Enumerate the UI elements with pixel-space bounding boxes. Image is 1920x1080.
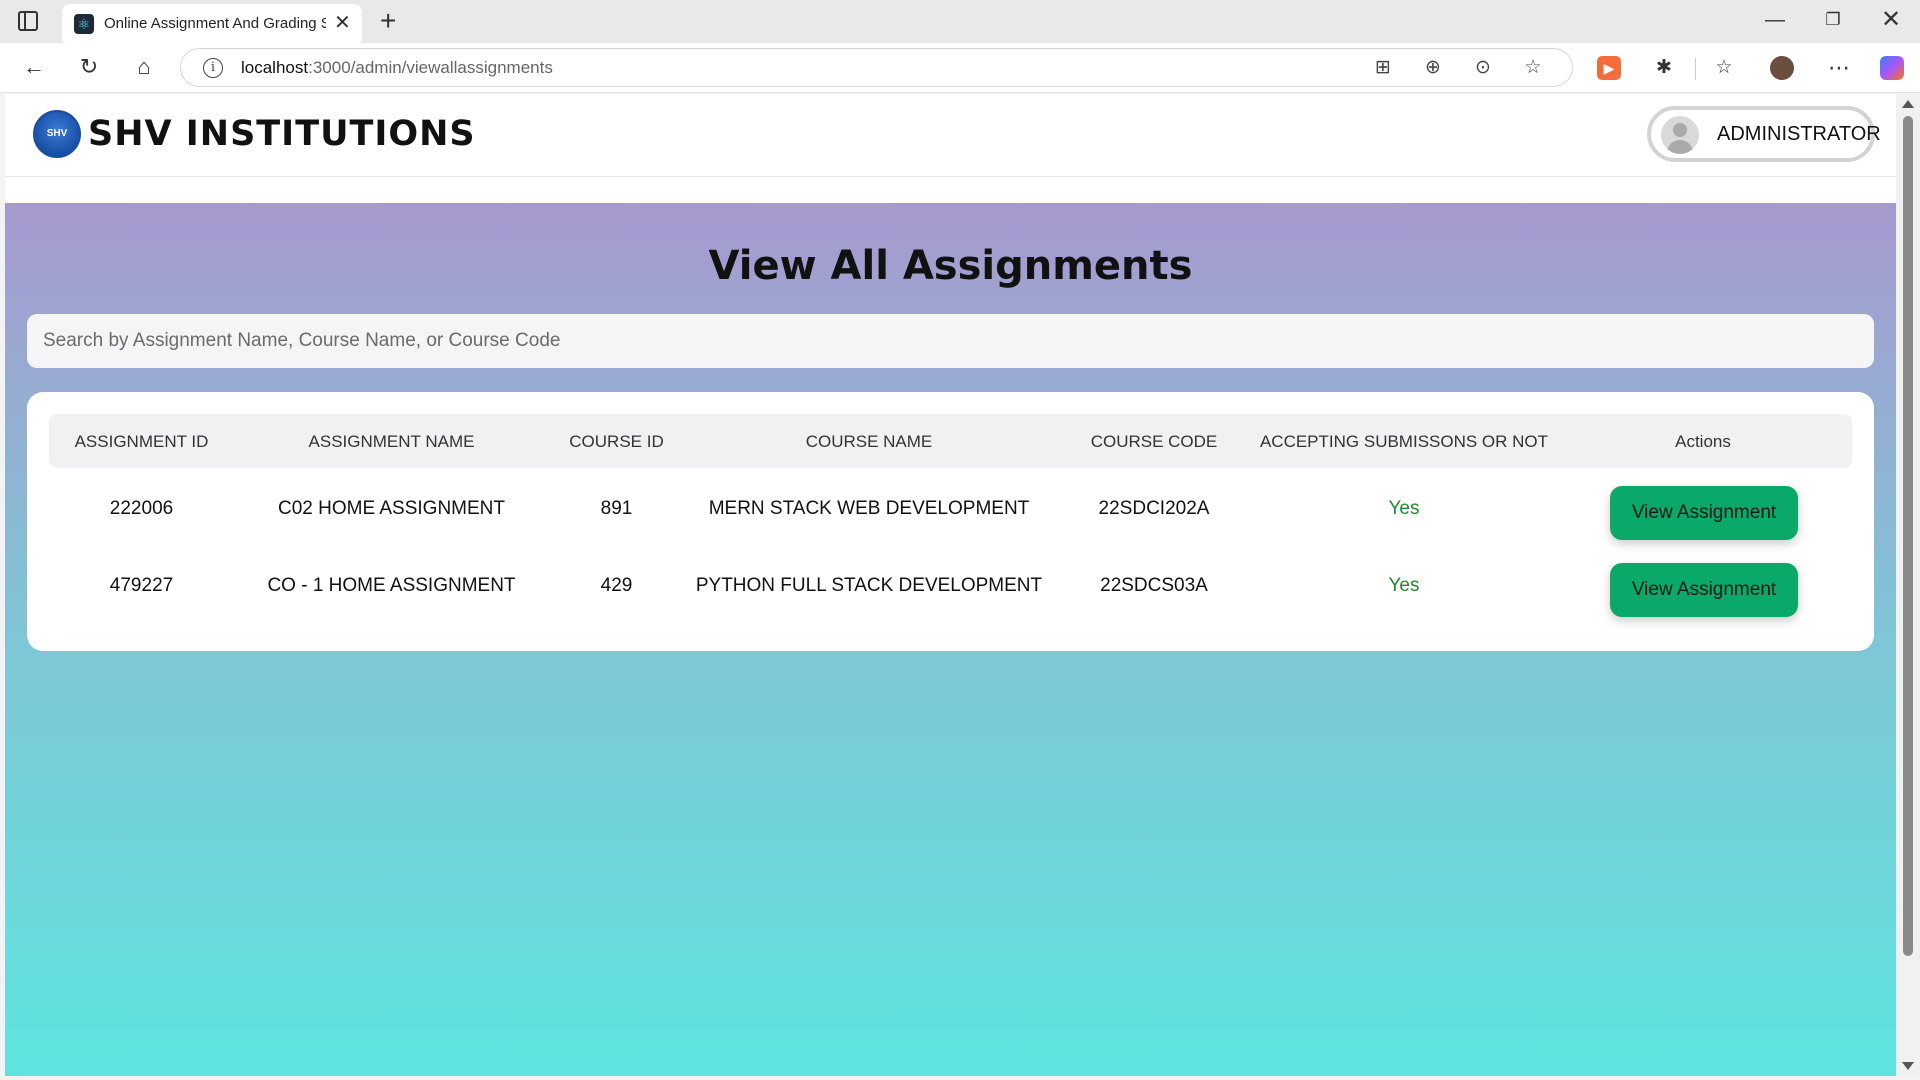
app-available-icon[interactable]: ⊞ xyxy=(1371,57,1395,79)
address-bar[interactable]: i localhost:3000/admin/viewallassignment… xyxy=(180,48,1573,87)
header-course-id: COURSE ID xyxy=(569,432,664,451)
reload-icon[interactable]: ↻ xyxy=(75,55,103,79)
view-assignment-button[interactable]: View Assignment xyxy=(1610,563,1798,617)
site-header: SHV SHV INSTITUTIONS ADMINISTRATOR xyxy=(5,94,1896,177)
read-aloud-icon[interactable]: ⊙ xyxy=(1471,57,1495,79)
cell-assignment-id: 479227 xyxy=(109,575,174,596)
cell-accepting-status: Yes xyxy=(1388,498,1420,519)
cell-assignment-id: 222006 xyxy=(109,498,174,519)
user-avatar-icon xyxy=(1661,116,1699,154)
tab-title: Online Assignment And Grading S xyxy=(104,15,326,32)
favorites-icon[interactable]: ☆ xyxy=(1712,56,1736,80)
close-tab-icon[interactable]: ✕ xyxy=(334,12,351,34)
more-options-icon[interactable]: ⋯ xyxy=(1827,56,1851,80)
favorite-star-icon[interactable]: ☆ xyxy=(1521,57,1545,79)
scroll-up-icon[interactable] xyxy=(1902,100,1914,108)
extension-icon[interactable]: ▶ xyxy=(1597,56,1621,80)
page-scrollbar[interactable] xyxy=(1896,94,1920,1076)
browser-toolbar: ← ↻ ⌂ i localhost:3000/admin/viewallassi… xyxy=(0,43,1920,93)
minimize-icon[interactable]: — xyxy=(1760,8,1790,32)
header-course-name: COURSE NAME xyxy=(805,432,933,451)
browser-tab-bar: ⚛ Online Assignment And Grading S ✕ + — … xyxy=(0,0,1920,43)
view-assignment-button[interactable]: View Assignment xyxy=(1610,486,1798,540)
search-input[interactable] xyxy=(27,314,1874,368)
tab-actions-icon[interactable] xyxy=(18,11,38,31)
scrollbar-thumb[interactable] xyxy=(1903,116,1913,956)
brand-name: SHV INSTITUTIONS xyxy=(88,114,476,154)
main-content: View All Assignments ASSIGNMENT ID ASSIG… xyxy=(5,203,1896,1076)
profile-avatar-icon[interactable] xyxy=(1770,56,1794,80)
zoom-icon[interactable]: ⊕ xyxy=(1421,57,1445,79)
table-row: 479227 CO - 1 HOME ASSIGNMENT 429 PYTHON… xyxy=(49,553,1852,623)
url-path: :3000/admin/viewallassignments xyxy=(308,58,553,77)
cell-course-id: 891 xyxy=(600,498,633,519)
back-icon[interactable]: ← xyxy=(20,55,48,79)
user-role-label: ADMINISTRATOR xyxy=(1717,123,1881,145)
url-host: localhost xyxy=(241,58,309,77)
user-menu-button[interactable]: ADMINISTRATOR xyxy=(1647,106,1881,162)
page-title: View All Assignments xyxy=(708,243,1193,289)
browser-tab-active[interactable]: ⚛ Online Assignment And Grading S ✕ xyxy=(62,4,362,43)
url-text[interactable]: localhost:3000/admin/viewallassignments xyxy=(241,58,553,78)
cell-course-id: 429 xyxy=(600,575,633,596)
site-info-icon[interactable]: i xyxy=(203,58,223,78)
extensions-puzzle-icon[interactable]: ✱ xyxy=(1652,56,1676,80)
new-tab-icon[interactable]: + xyxy=(380,4,396,38)
header-actions: Actions xyxy=(1675,432,1731,451)
cell-course-name: PYTHON FULL STACK DEVELOPMENT xyxy=(695,575,1043,596)
assignments-table-card: ASSIGNMENT ID ASSIGNMENT NAME COURSE ID … xyxy=(27,392,1874,651)
table-header: ASSIGNMENT ID ASSIGNMENT NAME COURSE ID … xyxy=(49,414,1852,468)
header-assignment-name: ASSIGNMENT NAME xyxy=(308,432,475,451)
toolbar-divider xyxy=(1695,58,1696,80)
react-favicon-icon: ⚛ xyxy=(74,14,94,34)
cell-assignment-name: C02 HOME ASSIGNMENT xyxy=(278,498,505,519)
shv-logo[interactable]: SHV xyxy=(33,110,81,158)
copilot-icon[interactable] xyxy=(1880,56,1904,80)
cell-course-code: 22SDCI202A xyxy=(1098,498,1210,519)
close-window-icon[interactable]: ✕ xyxy=(1876,8,1906,32)
cell-course-name: MERN STACK WEB DEVELOPMENT xyxy=(708,498,1030,519)
scroll-down-icon[interactable] xyxy=(1902,1062,1914,1070)
header-assignment-id: ASSIGNMENT ID xyxy=(74,432,209,451)
cell-assignment-name: CO - 1 HOME ASSIGNMENT xyxy=(267,575,516,596)
home-icon[interactable]: ⌂ xyxy=(130,55,158,79)
table-row: 222006 C02 HOME ASSIGNMENT 891 MERN STAC… xyxy=(49,476,1852,546)
cell-course-code: 22SDCS03A xyxy=(1100,575,1208,596)
cell-accepting-status: Yes xyxy=(1388,575,1420,596)
restore-window-icon[interactable]: ❐ xyxy=(1818,8,1848,32)
header-course-code: COURSE CODE xyxy=(1090,432,1218,451)
page-viewport: SHV SHV INSTITUTIONS ADMINISTRATOR View … xyxy=(5,94,1896,1076)
header-accepting-submissions: ACCEPTING SUBMISSONS OR NOT xyxy=(1259,432,1549,451)
